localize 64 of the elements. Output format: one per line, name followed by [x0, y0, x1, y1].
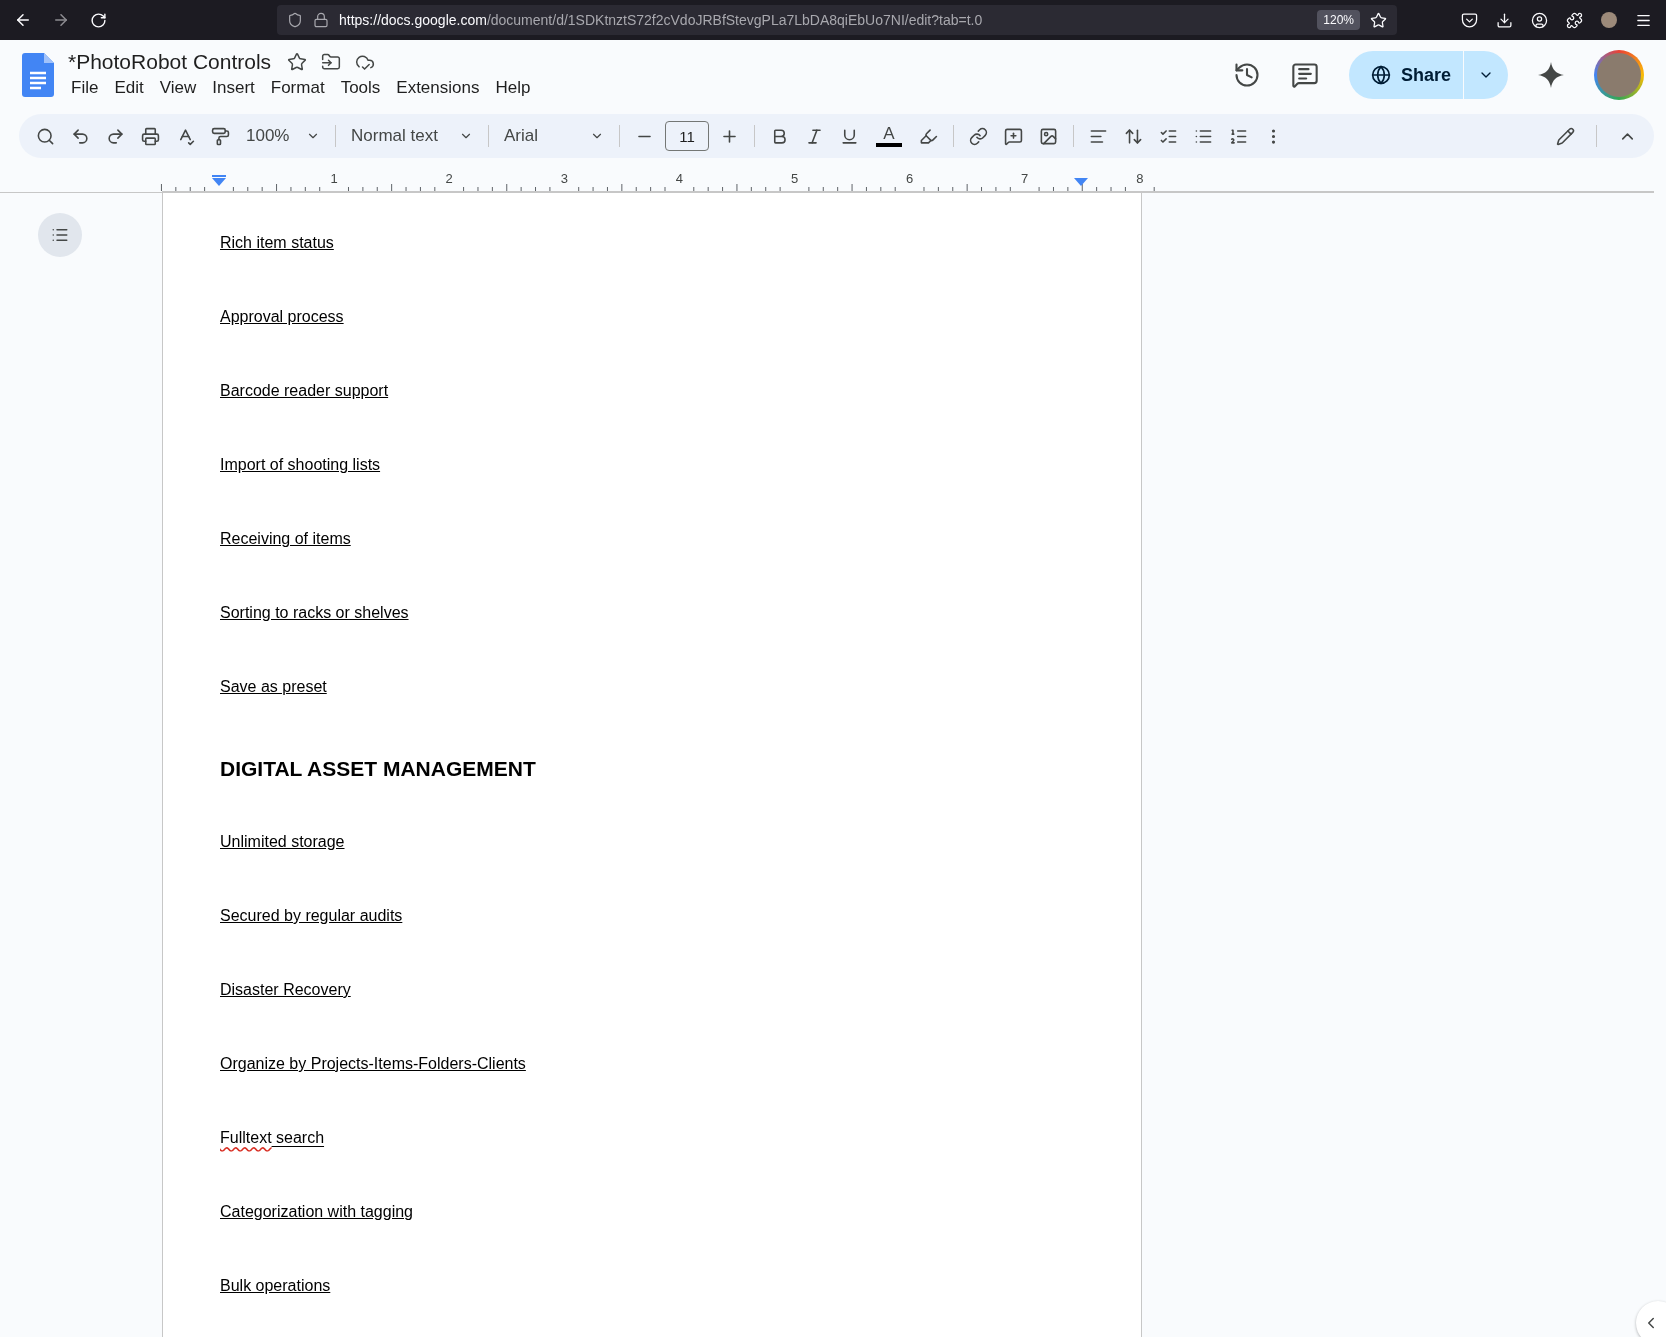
- star-icon: [1370, 11, 1387, 29]
- ruler-number: 7: [1021, 171, 1029, 186]
- pocket-icon: [1461, 11, 1478, 29]
- indent-marker[interactable]: [1074, 178, 1088, 186]
- ruler-number: 2: [445, 171, 453, 186]
- menu-item[interactable]: Tools: [335, 76, 390, 100]
- ruler-number: 5: [790, 171, 799, 186]
- menu-item[interactable]: Insert: [207, 76, 264, 100]
- link[interactable]: Save as preset: [220, 678, 327, 695]
- menu-item[interactable]: File: [66, 76, 108, 100]
- sparkle-icon[interactable]: [1538, 62, 1564, 88]
- lock-icon: [313, 12, 329, 28]
- font-dropdown[interactable]: Arial: [499, 122, 609, 150]
- share-button[interactable]: Share: [1348, 51, 1463, 99]
- ruler-number: 8: [1136, 171, 1144, 186]
- star-icon: [287, 52, 308, 72]
- link[interactable]: Approval process: [220, 308, 344, 325]
- reload-icon[interactable]: [90, 11, 107, 29]
- address-bar[interactable]: https://docs.google.com/document/d/1SDKtnztS72f2cVdoJRBfStevgPLa7LbDA8qiEbUo7NI/edit?tab=t.0 120%: [277, 5, 1397, 35]
- docs-logo-icon[interactable]: [22, 53, 54, 97]
- link[interactable]: Sorting to racks or shelves: [220, 604, 409, 621]
- document-title[interactable]: *PhotoRobot Controls: [66, 50, 274, 74]
- menu-item[interactable]: Help: [490, 76, 540, 100]
- link[interactable]: Barcode reader support: [220, 382, 389, 399]
- cloud-check-icon: [355, 52, 376, 72]
- download-icon: [1496, 11, 1513, 29]
- account-icon: [1531, 11, 1548, 29]
- link[interactable]: Secured by regular audits: [220, 907, 403, 924]
- font-size-field[interactable]: 11: [665, 121, 709, 151]
- puzzle-icon: [1566, 11, 1583, 29]
- menu-item[interactable]: Format: [265, 76, 334, 100]
- style-dropdown[interactable]: Normal text: [346, 122, 478, 150]
- link[interactable]: Categorization with tagging: [220, 1203, 413, 1220]
- menu-item[interactable]: View: [154, 76, 206, 100]
- link[interactable]: Fulltext search: [220, 1129, 325, 1146]
- comment-icon: [1290, 61, 1319, 89]
- menu-item[interactable]: Extensions: [391, 76, 489, 100]
- link[interactable]: Receiving of items: [220, 530, 351, 547]
- forward-icon[interactable]: [52, 11, 70, 29]
- list-icon: [51, 226, 69, 244]
- profile-avatar[interactable]: [1601, 12, 1617, 28]
- shield-icon: [287, 12, 303, 28]
- globe-icon: [1370, 65, 1391, 85]
- section-heading: DIGITAL ASSET MANAGEMENT: [220, 757, 537, 781]
- link[interactable]: Organize by Projects-Items-Folders-Clients: [220, 1055, 526, 1072]
- link[interactable]: Disaster Recovery: [220, 981, 351, 998]
- menu-item[interactable]: Edit: [109, 76, 153, 100]
- ruler-number: 1: [330, 171, 338, 186]
- link[interactable]: Rich item status: [220, 234, 334, 251]
- ruler-number: 4: [675, 171, 683, 186]
- history-icon: [1232, 61, 1261, 89]
- folder-icon: [321, 52, 342, 72]
- zoom-level[interactable]: 120%: [1317, 10, 1360, 30]
- link[interactable]: Bulk operations: [220, 1277, 331, 1294]
- indent-marker[interactable]: [212, 175, 226, 186]
- outline-button[interactable]: [38, 213, 82, 257]
- zoom-dropdown[interactable]: 100%: [241, 122, 325, 150]
- link[interactable]: Import of shooting lists: [220, 456, 381, 473]
- url-text: https://docs.google.com/document/d/1SDKtnztS72f2cVdoJRBfStevgPLa7LbDA8qiEbUo7NI/edit?tab=t.0: [339, 12, 983, 28]
- ruler-number: 6: [906, 171, 914, 186]
- link[interactable]: Unlimited storage: [220, 833, 345, 850]
- text-color-button[interactable]: A: [870, 121, 908, 151]
- ruler-number: 3: [560, 171, 568, 186]
- back-icon[interactable]: [14, 11, 32, 29]
